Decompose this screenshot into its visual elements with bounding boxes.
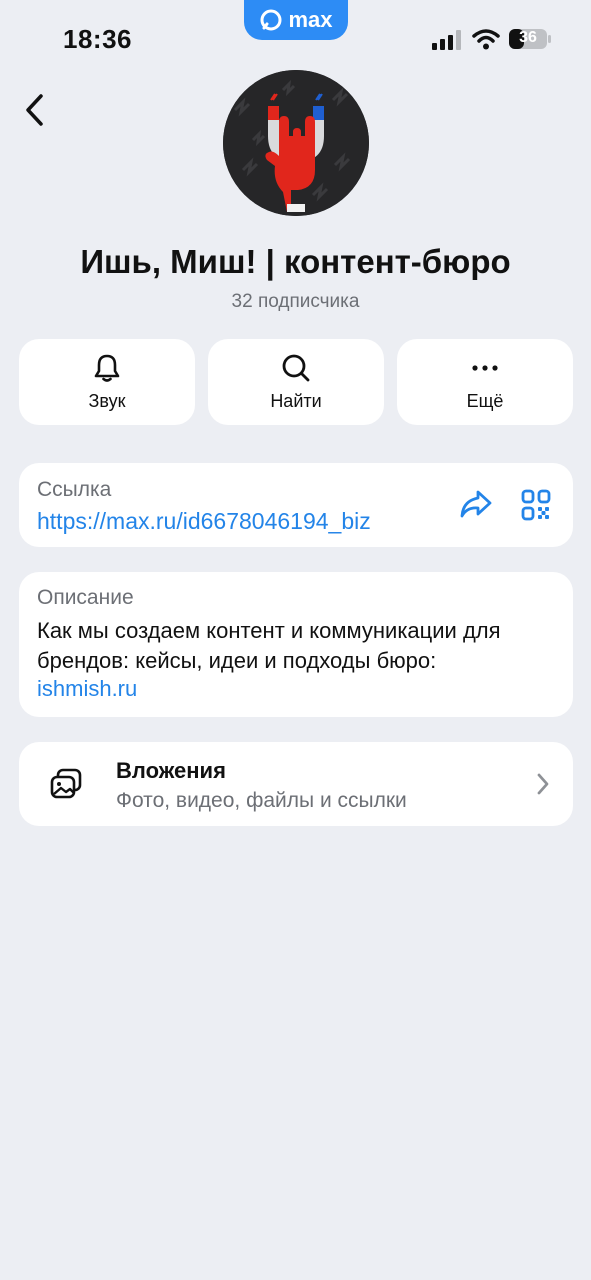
description-link[interactable]: ishmish.ru bbox=[37, 676, 137, 702]
attachments-row[interactable]: Вложения Фото, видео, файлы и ссылки bbox=[19, 742, 573, 826]
rock-hand-magnet-icon bbox=[223, 70, 369, 216]
more-icon bbox=[472, 364, 498, 371]
description-label: Описание bbox=[37, 586, 134, 609]
link-card: Ссылка https://max.ru/id6678046194_biz bbox=[19, 463, 573, 547]
search-button[interactable]: Найти bbox=[208, 339, 384, 425]
signal-icon bbox=[432, 30, 461, 50]
back-button[interactable] bbox=[14, 90, 54, 130]
channel-avatar[interactable] bbox=[223, 70, 369, 216]
more-button-label: Ещё bbox=[466, 390, 504, 411]
search-button-label: Найти bbox=[270, 390, 322, 411]
more-button[interactable]: Ещё bbox=[397, 339, 573, 425]
qr-code-icon[interactable] bbox=[521, 489, 551, 521]
gallery-icon bbox=[50, 768, 82, 799]
bell-icon bbox=[94, 354, 120, 382]
sound-button-label: Звук bbox=[88, 390, 126, 411]
share-icon[interactable] bbox=[459, 489, 493, 519]
attachments-subtitle: Фото, видео, файлы и ссылки bbox=[116, 789, 407, 812]
max-badge-label: max bbox=[288, 7, 333, 32]
status-bar: 18:36 max 36 bbox=[0, 0, 591, 80]
attachments-title: Вложения bbox=[116, 758, 226, 783]
channel-title: Ишь, Миш! | контент-бюро bbox=[80, 243, 511, 280]
subscriber-count: 32 подписчика bbox=[231, 291, 360, 312]
description-text: Как мы создаем контент и коммуникации дл… bbox=[37, 618, 501, 673]
status-time: 18:36 bbox=[63, 24, 132, 54]
chevron-right-icon bbox=[537, 773, 549, 795]
max-app-badge[interactable]: max bbox=[244, 0, 348, 40]
battery-indicator: 36 bbox=[508, 28, 552, 50]
chevron-left-icon bbox=[26, 94, 43, 126]
action-buttons: Звук Найти Ещё bbox=[19, 339, 573, 425]
wifi-icon bbox=[472, 29, 500, 50]
max-logo-icon bbox=[260, 9, 282, 31]
channel-link[interactable]: https://max.ru/id6678046194_biz bbox=[37, 508, 371, 535]
link-label: Ссылка bbox=[37, 478, 112, 501]
battery-level: 36 bbox=[519, 29, 537, 46]
search-icon bbox=[282, 354, 310, 381]
description-card: Описание Как мы создаем контент и коммун… bbox=[19, 572, 573, 717]
sound-button[interactable]: Звук bbox=[19, 339, 195, 425]
